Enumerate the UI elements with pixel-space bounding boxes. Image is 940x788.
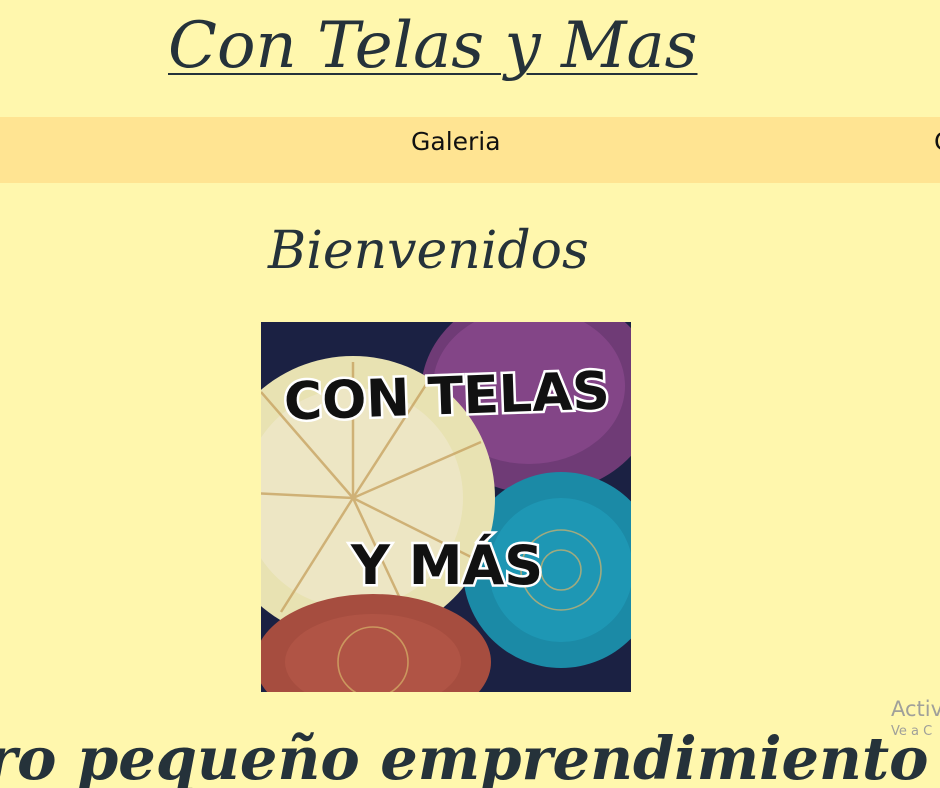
logo-text-line2: Y MÁS [350, 534, 543, 597]
main-navigation: Galeria C [0, 117, 940, 183]
tagline: ro pequeño emprendimiento arte [0, 724, 940, 788]
logo-text-line1: CON TELAS [283, 361, 611, 432]
nav-item-galeria[interactable]: Galeria [411, 117, 501, 183]
nav-item-partial[interactable]: C [934, 117, 940, 183]
site-title[interactable]: Con Telas y Mas [168, 4, 698, 88]
activate-windows-watermark: Activ Ve a C [891, 695, 940, 741]
logo-image: CON TELAS Y MÁS [261, 322, 631, 692]
welcome-heading: Bienvenidos [268, 221, 589, 281]
activate-subtitle: Ve a C [891, 724, 933, 739]
activate-title: Activ [891, 697, 940, 721]
page: Con Telas y Mas Galeria C Bienvenidos [0, 0, 940, 788]
